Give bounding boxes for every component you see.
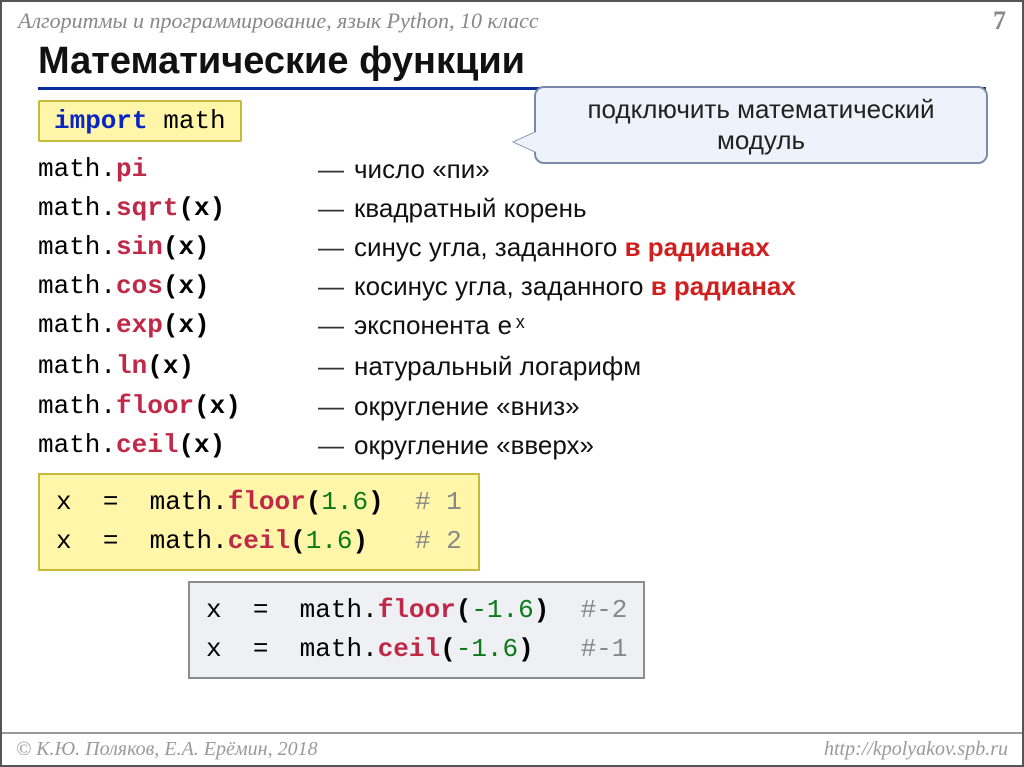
table-row: math.pi —число «пи» <box>38 152 986 187</box>
import-box: import math <box>38 100 242 142</box>
slide: Алгоритмы и программирование, язык Pytho… <box>0 0 1024 767</box>
table-row: math.cos(x) —косинус угла, заданного в р… <box>38 269 986 304</box>
code-line: x = math.floor(1.6) # 1 <box>56 483 462 522</box>
table-row: math.sqrt(x) —квадратный корень <box>38 191 986 226</box>
function-table: math.pi —число «пи» math.sqrt(x) —квадра… <box>38 152 986 463</box>
slide-title: Математические функции <box>38 40 986 90</box>
import-module: math <box>163 106 225 136</box>
table-row: math.sin(x) —синус угла, заданного в рад… <box>38 230 986 265</box>
code-line: x = math.floor(-1.6) #-2 <box>206 591 627 630</box>
copyright: © К.Ю. Поляков, Е.А. Ерёмин, 2018 <box>16 738 318 761</box>
example-positive: x = math.floor(1.6) # 1 x = math.ceil(1.… <box>38 473 480 571</box>
content: import math math.pi —число «пи» math.sqr… <box>2 90 1022 679</box>
subject-line: Алгоритмы и программирование, язык Pytho… <box>18 8 539 34</box>
page-number: 7 <box>993 6 1006 36</box>
footer: © К.Ю. Поляков, Е.А. Ерёмин, 2018 http:/… <box>2 732 1022 765</box>
table-row: math.ceil(x) —округление «вверх» <box>38 428 986 463</box>
code-line: x = math.ceil(1.6) # 2 <box>56 522 462 561</box>
top-bar: Алгоритмы и программирование, язык Pytho… <box>2 2 1022 36</box>
table-row: math.floor(x) —округление «вниз» <box>38 389 986 424</box>
kw-import: import <box>54 106 148 136</box>
table-row: math.ln(x) —натуральный логарифм <box>38 349 986 384</box>
footer-url: http://kpolyakov.spb.ru <box>824 738 1008 761</box>
table-row: math.exp(x) —экспонента eˣ <box>38 308 986 345</box>
example-negative: x = math.floor(-1.6) #-2 x = math.ceil(-… <box>188 581 645 679</box>
code-line: x = math.ceil(-1.6) #-1 <box>206 630 627 669</box>
